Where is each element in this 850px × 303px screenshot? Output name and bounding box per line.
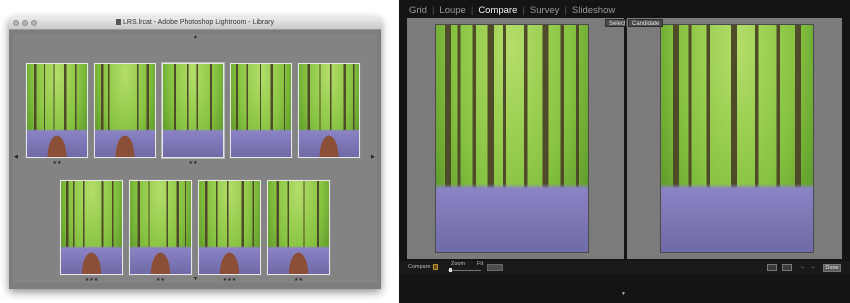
- star-rating[interactable]: ★★: [161, 161, 225, 166]
- star-rating[interactable]: ★★: [128, 278, 193, 283]
- module-separator: |: [431, 5, 435, 16]
- survey-cell[interactable]: ★★: [161, 62, 225, 166]
- survey-photo[interactable]: [198, 180, 261, 275]
- survey-cell[interactable]: ★★: [128, 179, 193, 283]
- zoom-slider-handle[interactable]: [449, 268, 452, 272]
- star-rating[interactable]: ★★: [266, 278, 331, 283]
- compare-toolbar: Compare : Zoom Fit ← → Done: [399, 261, 850, 274]
- module-separator: |: [564, 5, 567, 16]
- make-select-icon[interactable]: [782, 264, 792, 271]
- survey-photo[interactable]: [162, 63, 224, 158]
- survey-cell[interactable]: ★★★: [197, 179, 262, 283]
- right-panel-toggle-icon[interactable]: ▶: [371, 155, 375, 160]
- next-arrow-icon[interactable]: →: [810, 264, 816, 270]
- candidate-photo[interactable]: [660, 24, 814, 253]
- survey-photo[interactable]: [230, 63, 292, 158]
- survey-cell[interactable]: ★★★: [59, 179, 124, 283]
- candidate-panel: Candidate: [627, 18, 842, 259]
- survey-photo[interactable]: [298, 63, 360, 158]
- module-grid[interactable]: Grid: [409, 5, 427, 16]
- survey-grid: ▲ ◀ ▶ ▼ ★★ ★★ ★★★ ★★ ★★★ ★★: [13, 34, 377, 283]
- document-icon: [116, 19, 122, 25]
- top-panel-toggle-icon[interactable]: ▲: [193, 35, 198, 40]
- swap-icon[interactable]: [767, 264, 777, 271]
- module-survey[interactable]: Survey: [530, 5, 560, 16]
- module-loupe[interactable]: Loupe: [439, 5, 465, 16]
- survey-cell[interactable]: [297, 62, 361, 159]
- survey-photo[interactable]: [60, 180, 123, 275]
- survey-cell[interactable]: [229, 62, 293, 159]
- compare-window: Grid | Loupe | Compare | Survey | Slideshow Sele…: [399, 0, 850, 303]
- survey-window: LRS.lrcat - Adobe Photoshop Lightroom - …: [9, 17, 381, 289]
- module-picker: Grid | Loupe | Compare | Survey | Slideshow: [409, 5, 615, 16]
- window-title-wrap: LRS.lrcat - Adobe Photoshop Lightroom - …: [9, 19, 381, 26]
- filmstrip-toggle-icon[interactable]: ▼: [621, 291, 626, 297]
- left-panel-toggle-icon[interactable]: ◀: [14, 155, 18, 160]
- done-button[interactable]: Done: [823, 264, 841, 272]
- survey-cell[interactable]: [93, 62, 157, 159]
- sync-button[interactable]: [487, 264, 503, 271]
- previous-arrow-icon[interactable]: ←: [800, 264, 806, 270]
- module-separator: |: [522, 5, 525, 16]
- survey-photo[interactable]: [26, 63, 88, 158]
- star-rating[interactable]: ★★★: [197, 278, 262, 283]
- module-separator: |: [470, 5, 474, 16]
- lock-icon[interactable]: [433, 264, 438, 270]
- survey-cell[interactable]: ★★: [266, 179, 331, 283]
- select-photo[interactable]: [435, 24, 589, 253]
- module-compare[interactable]: Compare: [478, 5, 517, 16]
- survey-cell[interactable]: ★★: [25, 62, 89, 166]
- star-rating[interactable]: ★★: [25, 161, 89, 166]
- compare-label: Compare :: [408, 264, 434, 270]
- candidate-label: Candidate: [628, 19, 664, 27]
- survey-photo[interactable]: [267, 180, 330, 275]
- window-title: LRS.lrcat - Adobe Photoshop Lightroom - …: [123, 19, 274, 26]
- select-panel: Select: [407, 18, 630, 259]
- survey-photo[interactable]: [94, 63, 156, 158]
- zoom-label: Zoom: [451, 261, 466, 267]
- compare-divider: [625, 18, 626, 259]
- zoom-slider-track[interactable]: [448, 270, 481, 271]
- survey-photo[interactable]: [129, 180, 192, 275]
- star-rating[interactable]: ★★★: [59, 278, 124, 283]
- window-titlebar: LRS.lrcat - Adobe Photoshop Lightroom - …: [9, 17, 381, 30]
- module-slideshow[interactable]: Slideshow: [572, 5, 615, 16]
- zoom-fit-label: Fit: [477, 261, 484, 267]
